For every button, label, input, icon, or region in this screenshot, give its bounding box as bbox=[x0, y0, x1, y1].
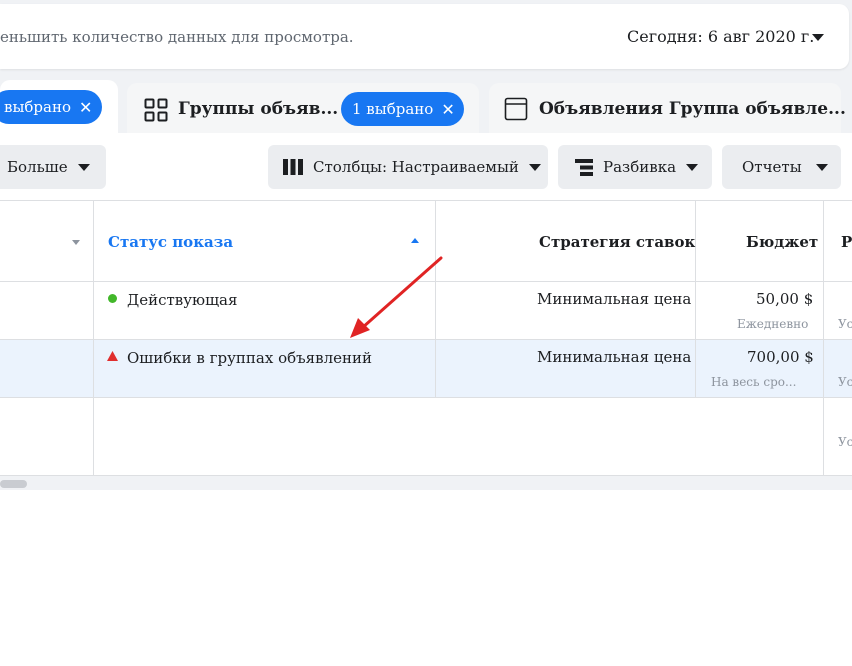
grid-icon bbox=[144, 98, 168, 122]
sort-chevron-icon[interactable] bbox=[72, 240, 80, 245]
sort-ascending-icon[interactable] bbox=[411, 238, 419, 243]
status-error-triangle-icon bbox=[107, 351, 118, 361]
columns-button[interactable]: Столбцы: Настраиваемый bbox=[268, 145, 548, 189]
chevron-down-icon bbox=[686, 163, 699, 171]
clear-selection-icon[interactable]: ✕ bbox=[441, 100, 454, 119]
column-header-budget[interactable]: Бюджет bbox=[746, 233, 818, 251]
more-button[interactable]: Больше bbox=[0, 145, 106, 189]
chevron-down-icon bbox=[815, 163, 828, 171]
annotation-arrow-icon bbox=[350, 256, 443, 338]
column-header-bid-strategy[interactable]: Стратегия ставок bbox=[539, 233, 695, 251]
campaigns-selected-count: выбрано bbox=[4, 98, 71, 116]
clear-selection-icon[interactable]: ✕ bbox=[79, 98, 92, 117]
date-range-label[interactable]: Сегодня: 6 авг 2020 г. bbox=[627, 27, 814, 46]
row-1-budget-type: Ежедневно bbox=[737, 317, 809, 331]
reports-button[interactable]: Отчеты bbox=[722, 145, 841, 189]
ad-sets-selected-count: 1 выбрано bbox=[352, 100, 434, 118]
chevron-down-icon bbox=[528, 163, 541, 171]
breakdown-button-label: Разбивка bbox=[603, 158, 677, 176]
column-header-results[interactable]: Р bbox=[841, 233, 852, 251]
row-2-results-sub: Ус bbox=[838, 375, 852, 389]
column-header-status[interactable]: Статус показа bbox=[108, 233, 233, 251]
columns-button-label: Столбцы: Настраиваемый bbox=[313, 158, 519, 176]
row-2-status[interactable]: Ошибки в группах объявлений bbox=[127, 349, 372, 367]
row-1-results-sub: Ус bbox=[838, 317, 852, 331]
breakdown-icon bbox=[575, 159, 593, 176]
reports-button-label: Отчеты bbox=[742, 158, 802, 176]
row-1-budget: 50,00 $ bbox=[756, 290, 814, 308]
tab-ad-sets-label: Группы объяв... bbox=[178, 99, 339, 119]
horizontal-scrollbar-thumb[interactable] bbox=[0, 480, 27, 488]
ad-sets-selected-badge[interactable]: 1 выбрано ✕ bbox=[341, 92, 464, 126]
row-1-status: Действующая bbox=[127, 291, 238, 309]
columns-icon bbox=[283, 159, 303, 175]
campaigns-selected-badge[interactable]: выбрано ✕ bbox=[0, 90, 102, 124]
date-dropdown-chevron-icon[interactable] bbox=[812, 34, 824, 41]
status-active-dot-icon bbox=[108, 294, 117, 303]
tab-ads-label: Объявления Группа объявле... bbox=[539, 99, 846, 119]
chevron-down-icon bbox=[77, 163, 90, 171]
more-button-label: Больше bbox=[7, 158, 68, 176]
notice-text: еньшить количество данных для просмотра. bbox=[0, 28, 354, 46]
summary-row-results-sub: Ус bbox=[838, 435, 852, 449]
breakdown-button[interactable]: Разбивка bbox=[558, 145, 712, 189]
window-icon bbox=[504, 97, 528, 121]
row-2-budget: 700,00 $ bbox=[747, 348, 814, 366]
row-2-bid-strategy: Минимальная цена bbox=[537, 348, 692, 366]
row-1-bid-strategy: Минимальная цена bbox=[537, 290, 692, 308]
row-2-budget-type: На весь сро... bbox=[711, 375, 797, 389]
content-background bbox=[0, 490, 852, 666]
